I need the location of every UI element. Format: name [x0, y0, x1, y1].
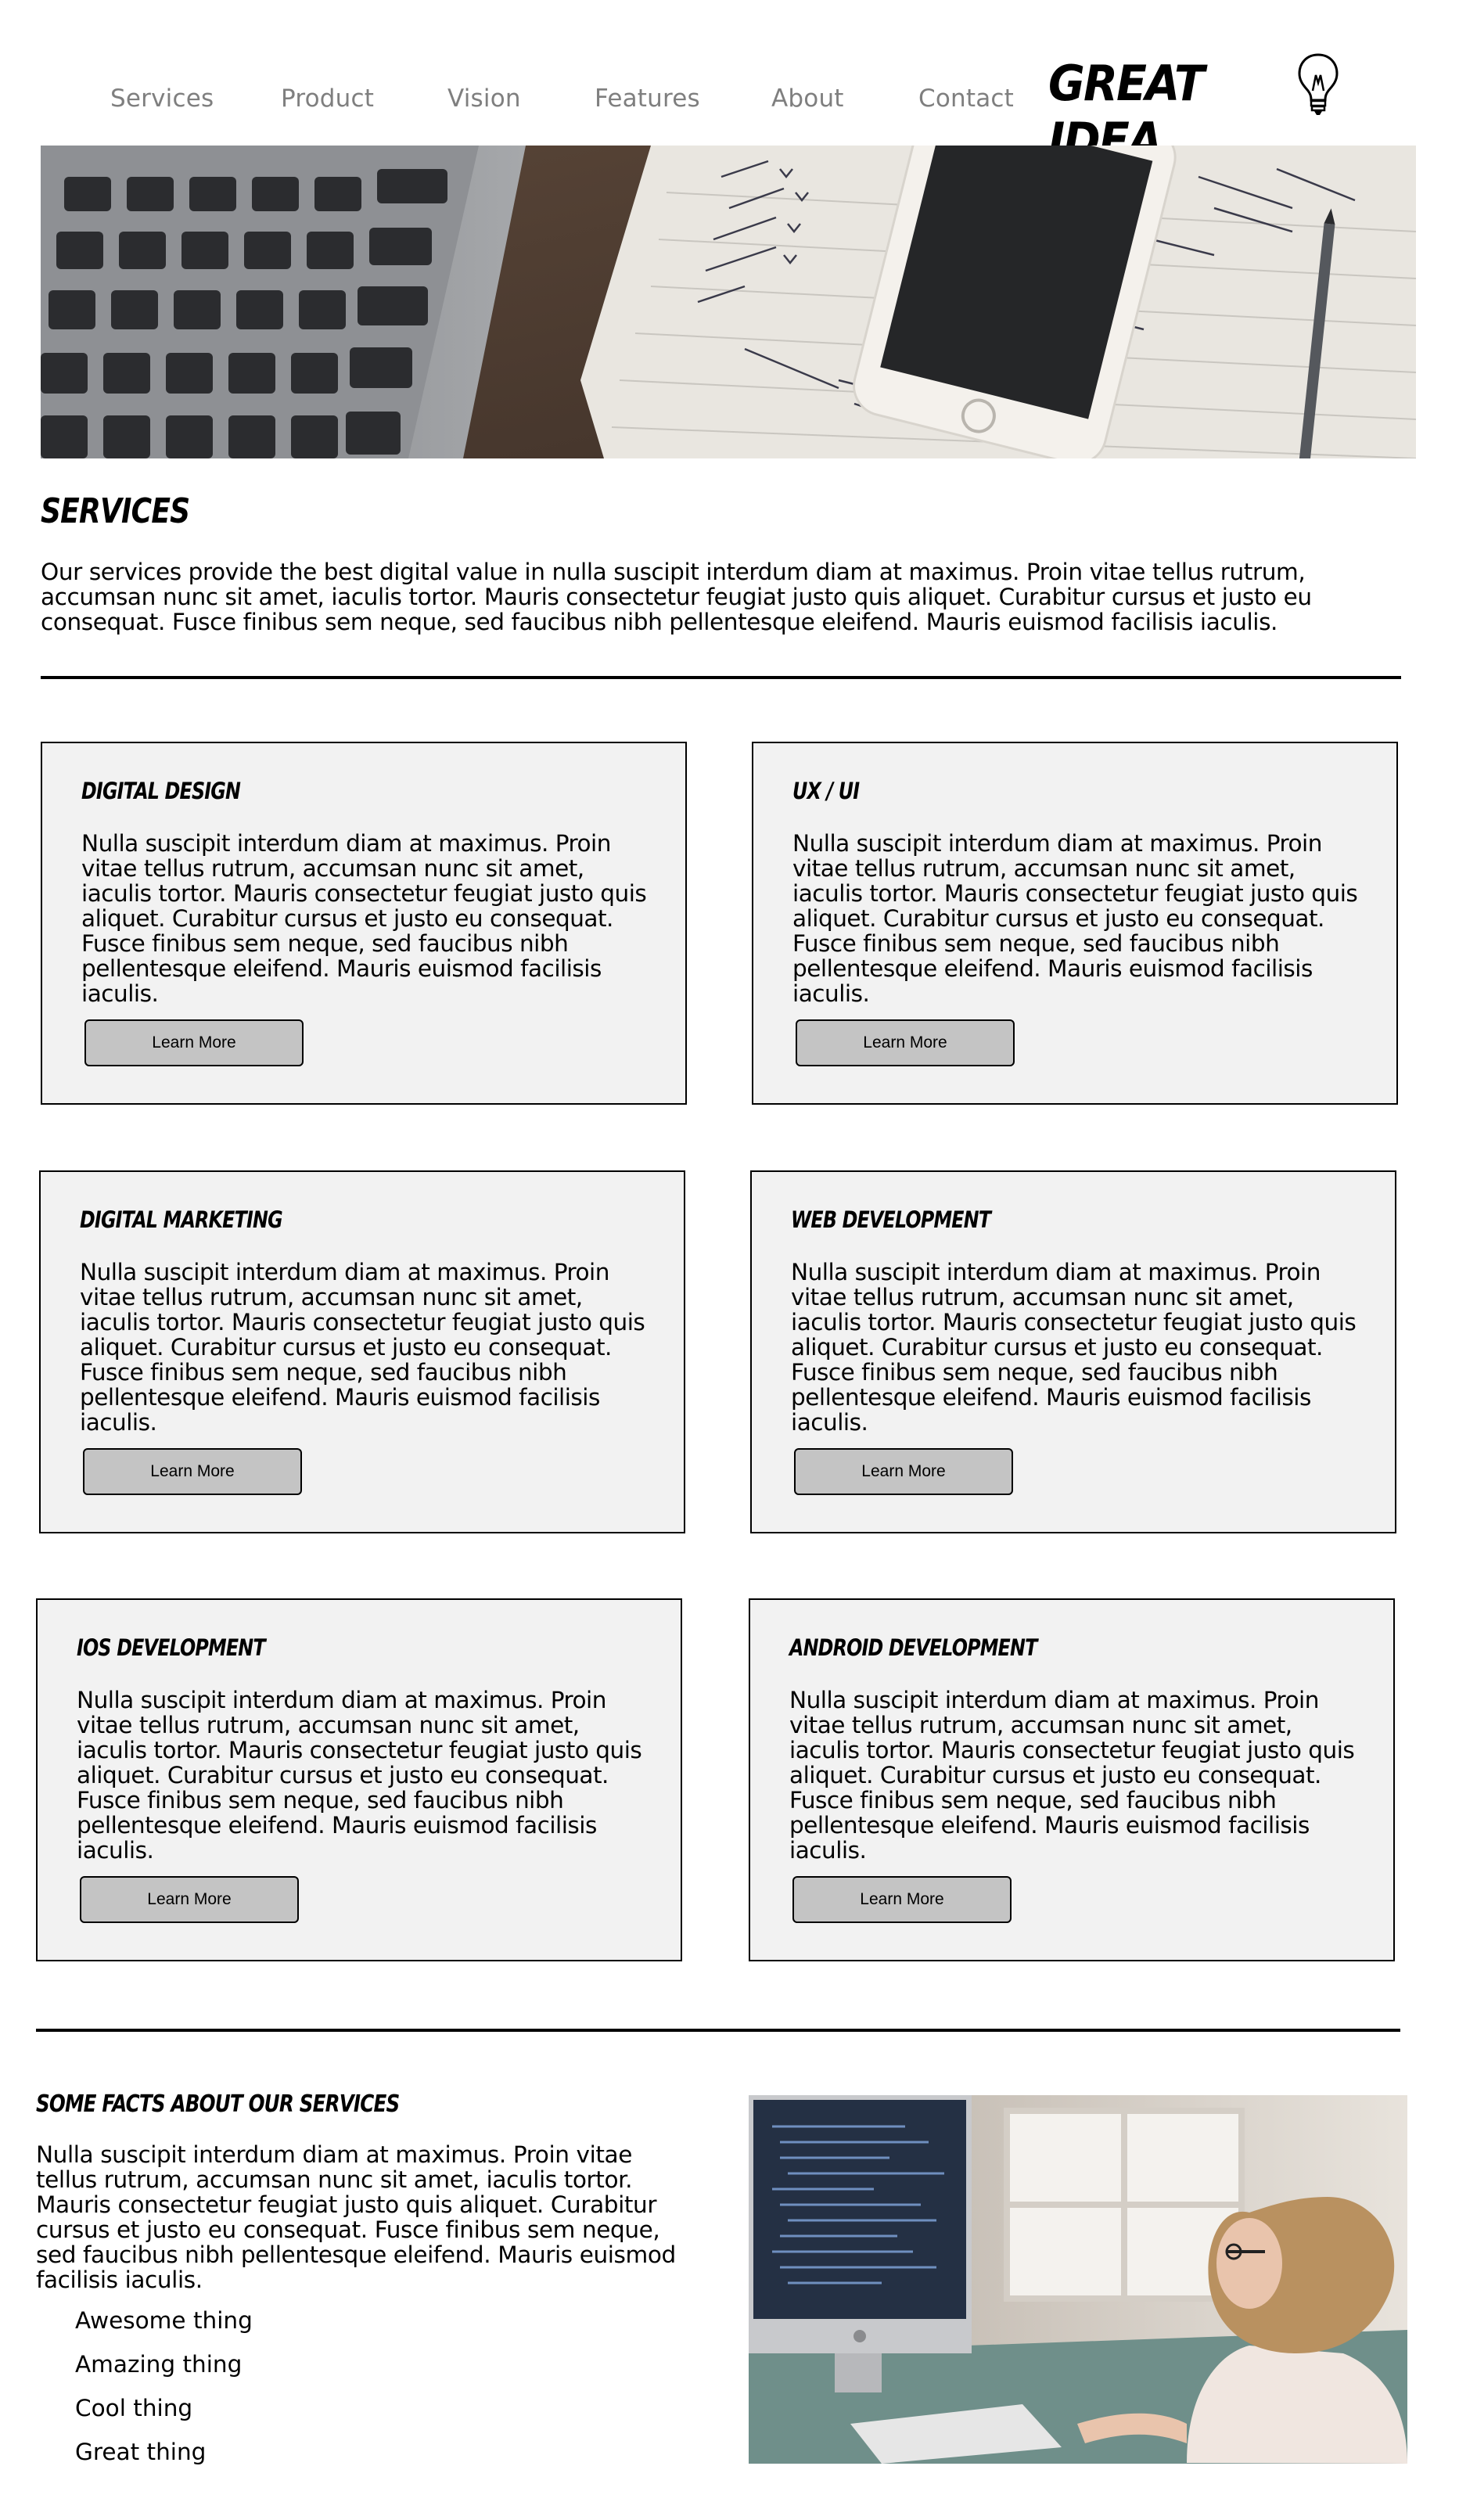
learn-more-button[interactable]: Learn More: [84, 1019, 304, 1066]
card-title: WEB DEVELOPMENT: [791, 1206, 991, 1233]
card-body: Nulla suscipit interdum diam at maximus.…: [789, 1687, 1355, 1864]
service-card-ios-development: IOS DEVELOPMENT Nulla suscipit interdum …: [36, 1598, 682, 1961]
nav-vision-link[interactable]: Vision: [447, 84, 521, 113]
page-title: SERVICES: [41, 491, 190, 531]
card-body: Nulla suscipit interdum diam at maximus.…: [77, 1687, 642, 1864]
learn-more-button[interactable]: Learn More: [792, 1876, 1012, 1923]
facts-list: Awesome thing Amazing thing Cool thing G…: [75, 2306, 253, 2482]
card-title: DIGITAL DESIGN: [81, 778, 241, 804]
card-title: UX / UI: [792, 778, 860, 804]
card-title: IOS DEVELOPMENT: [77, 1634, 266, 1661]
card-body: Nulla suscipit interdum diam at maximus.…: [80, 1259, 645, 1436]
learn-more-button[interactable]: Learn More: [80, 1876, 299, 1923]
facts-body: Nulla suscipit interdum diam at maximus.…: [36, 2141, 676, 2293]
lightbulb-icon: [1298, 53, 1339, 115]
card-title: ANDROID DEVELOPMENT: [789, 1634, 1037, 1661]
card-title: DIGITAL MARKETING: [80, 1206, 283, 1233]
service-card-digital-design: DIGITAL DESIGN Nulla suscipit interdum d…: [41, 742, 687, 1105]
facts-image: [749, 2095, 1407, 2464]
service-card-ux-ui: UX / UI Nulla suscipit interdum diam at …: [752, 742, 1398, 1105]
card-body: Nulla suscipit interdum diam at maximus.…: [791, 1259, 1357, 1436]
nav-about-link[interactable]: About: [771, 84, 844, 113]
learn-more-button[interactable]: Learn More: [794, 1448, 1013, 1495]
service-card-web-development: WEB DEVELOPMENT Nulla suscipit interdum …: [750, 1170, 1396, 1533]
services-intro: Our services provide the best digital va…: [41, 559, 1312, 635]
list-item: Great thing: [75, 2439, 207, 2465]
card-body: Nulla suscipit interdum diam at maximus.…: [792, 830, 1358, 1007]
facts-title: SOME FACTS ABOUT OUR SERVICES: [36, 2090, 400, 2118]
nav-contact-link[interactable]: Contact: [918, 84, 1014, 113]
learn-more-button[interactable]: Learn More: [83, 1448, 302, 1495]
logo[interactable]: GREAT IDEA: [1048, 49, 1346, 169]
list-item: Awesome thing: [75, 2307, 253, 2334]
learn-more-button[interactable]: Learn More: [796, 1019, 1015, 1066]
list-item: Amazing thing: [75, 2351, 243, 2378]
service-card-digital-marketing: DIGITAL MARKETING Nulla suscipit interdu…: [39, 1170, 685, 1533]
hero-image: [41, 146, 1416, 458]
nav-services-link[interactable]: Services: [110, 84, 214, 113]
divider: [36, 2029, 1400, 2032]
nav-features-link[interactable]: Features: [595, 84, 700, 113]
service-card-android-development: ANDROID DEVELOPMENT Nulla suscipit inter…: [749, 1598, 1395, 1961]
divider: [41, 676, 1401, 679]
card-body: Nulla suscipit interdum diam at maximus.…: [81, 830, 647, 1007]
nav-product-link[interactable]: Product: [281, 84, 374, 113]
list-item: Cool thing: [75, 2395, 193, 2421]
